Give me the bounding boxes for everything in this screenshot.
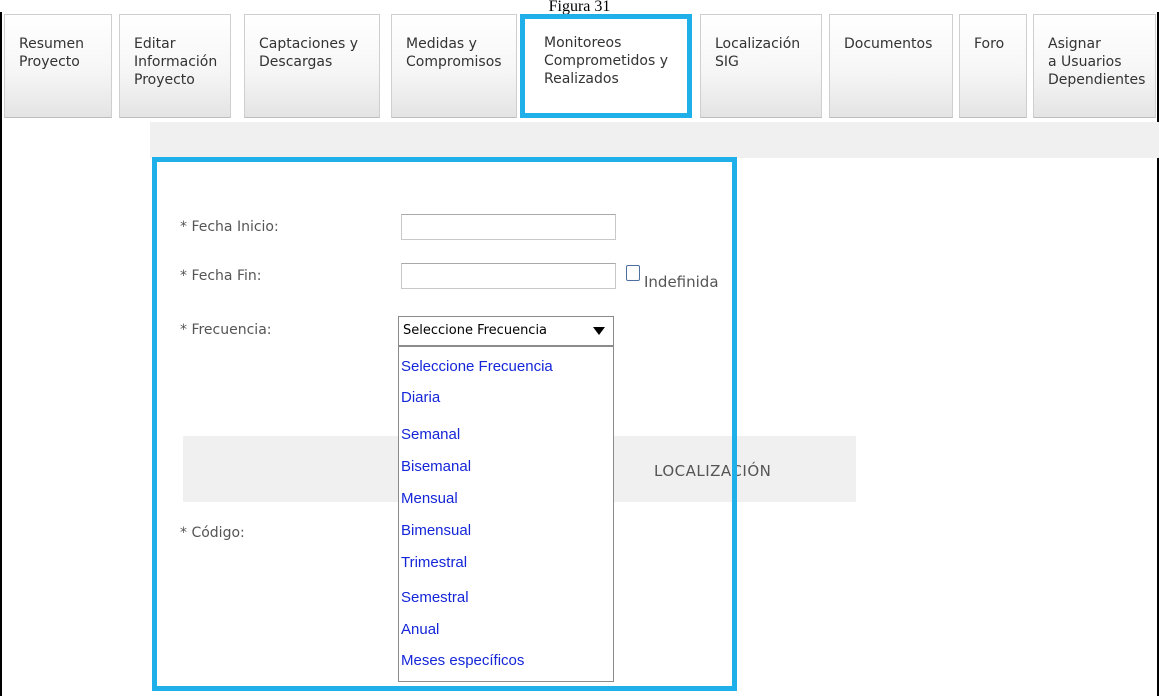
tab-captaciones-descargas[interactable]: Captaciones y Descargas xyxy=(244,14,380,118)
option-trimestral[interactable]: Trimestral xyxy=(401,554,467,580)
tab-documentos[interactable]: Documentos xyxy=(829,14,953,118)
frecuencia-dropdown-list: Seleccione Frecuencia Diaria Semanal Bis… xyxy=(398,346,614,682)
option-mensual[interactable]: Mensual xyxy=(401,490,458,516)
option-meses-especificos[interactable]: Meses específicos xyxy=(401,652,524,678)
project-tab-bar: Resumen Proyecto Editar Información Proy… xyxy=(0,14,1159,120)
option-bisemanal[interactable]: Bisemanal xyxy=(401,458,471,484)
tab-localizacion-sig[interactable]: Localización SIG xyxy=(700,14,822,118)
tab-editar-informacion[interactable]: Editar Información Proyecto xyxy=(119,14,231,118)
option-anual[interactable]: Anual xyxy=(401,621,439,647)
option-semestral[interactable]: Semestral xyxy=(401,589,469,615)
option-semanal[interactable]: Semanal xyxy=(401,426,460,452)
tab-monitoreos[interactable]: Monitoreos Comprometidos y Realizados xyxy=(520,14,692,118)
tab-resumen-proyecto[interactable]: Resumen Proyecto xyxy=(4,14,112,118)
option-bimensual[interactable]: Bimensual xyxy=(401,522,471,548)
tab-asignar-usuarios[interactable]: Asignar a Usuarios Dependientes xyxy=(1033,14,1156,118)
option-seleccione-frecuencia[interactable]: Seleccione Frecuencia xyxy=(401,358,553,384)
tab-medidas-compromisos[interactable]: Medidas y Compromisos xyxy=(391,14,517,118)
content-header-band xyxy=(150,122,1159,158)
tab-foro[interactable]: Foro xyxy=(959,14,1027,118)
option-diaria[interactable]: Diaria xyxy=(401,389,440,415)
